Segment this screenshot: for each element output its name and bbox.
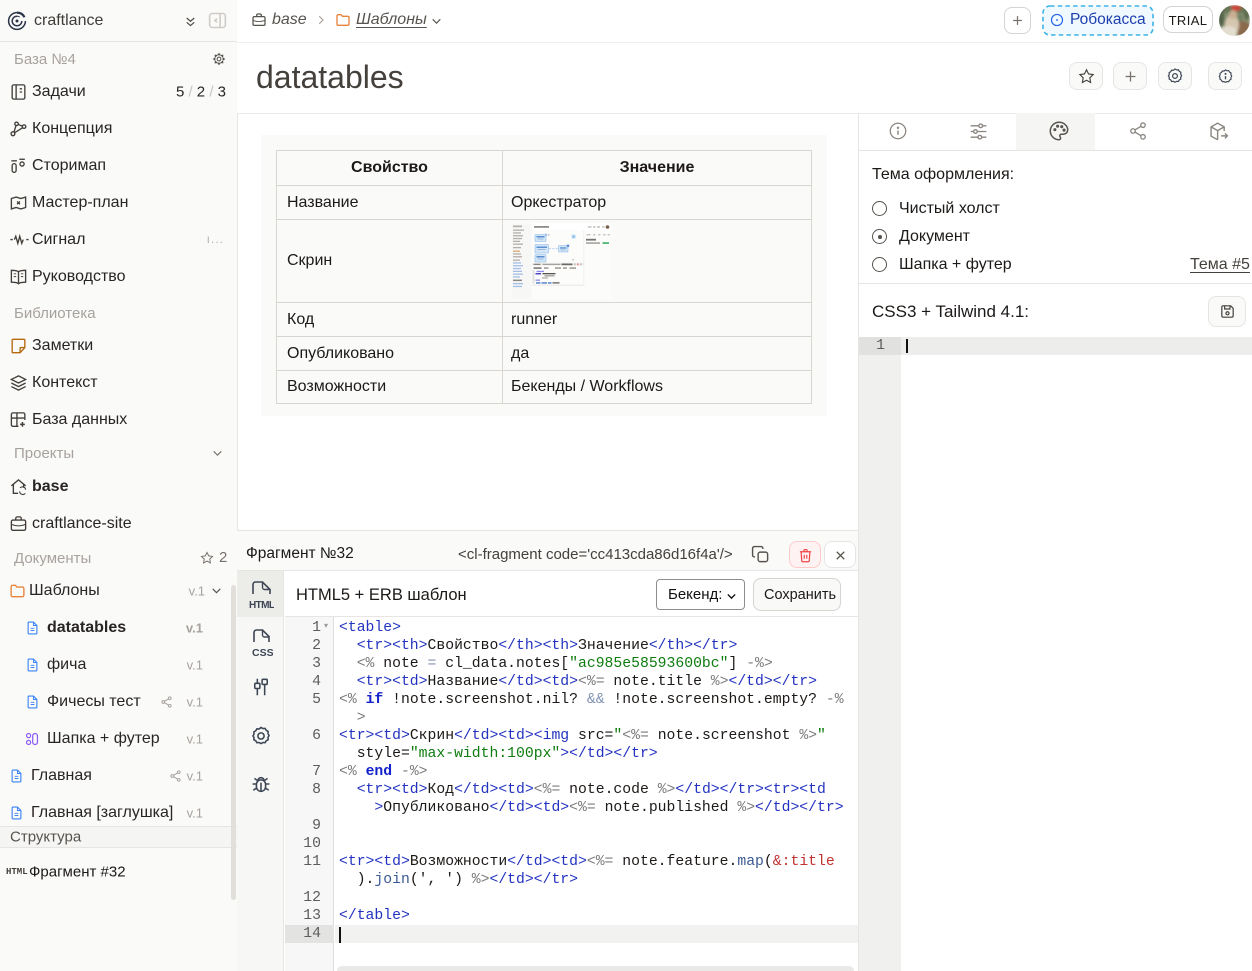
svg-text:HTML: HTML: [249, 600, 274, 611]
svg-text:CSS: CSS: [252, 647, 273, 659]
